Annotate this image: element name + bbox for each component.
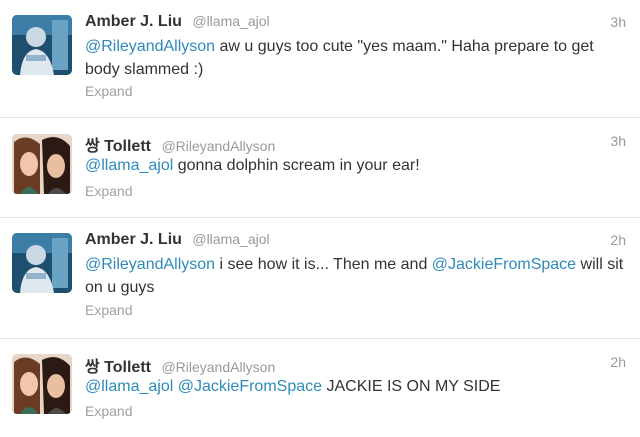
mention-link[interactable]: @RileyandAllyson	[85, 38, 215, 55]
tweet-body-text: JACKIE IS ON MY SIDE	[322, 378, 501, 395]
tweet-item[interactable]: 쌍 Tollett @RileyandAllyson 3h @llama_ajo…	[0, 118, 640, 218]
expand-link[interactable]: Expand	[85, 83, 132, 99]
tweet-text: @RileyandAllyson aw u guys too cute "yes…	[85, 35, 625, 81]
profile-photo-tollett-icon	[12, 134, 72, 194]
tweet-timestamp[interactable]: 3h	[610, 133, 626, 149]
tweet-timestamp[interactable]: 2h	[610, 232, 626, 248]
tweet-text: @llama_ajol gonna dolphin scream in your…	[85, 154, 625, 177]
mention-link[interactable]: @JackieFromSpace	[178, 378, 322, 395]
mention-link[interactable]: @RileyandAllyson	[85, 256, 215, 273]
author-name[interactable]: 쌍 Tollett	[85, 359, 151, 376]
tweet-timeline: Amber J. Liu @llama_ajol 3h @RileyandAll…	[0, 0, 640, 437]
tweet-header: Amber J. Liu @llama_ajol 3h	[85, 13, 626, 33]
author-name[interactable]: Amber J. Liu	[85, 13, 182, 30]
expand-link[interactable]: Expand	[85, 302, 132, 318]
tweet-body-text: gonna dolphin scream in your ear!	[173, 157, 420, 174]
tweet-header: 쌍 Tollett @RileyandAllyson 3h	[85, 132, 626, 155]
expand-link[interactable]: Expand	[85, 403, 132, 419]
author-handle[interactable]: @llama_ajol	[192, 13, 269, 29]
tweet-text: @RileyandAllyson i see how it is... Then…	[85, 253, 625, 299]
profile-photo-tollett-icon	[12, 354, 72, 414]
avatar[interactable]	[12, 354, 72, 414]
tweet-header: 쌍 Tollett @RileyandAllyson 2h	[85, 353, 626, 376]
tweet-text: @llama_ajol @JackieFromSpace JACKIE IS O…	[85, 375, 625, 398]
avatar[interactable]	[12, 134, 72, 194]
mention-link[interactable]: @llama_ajol	[85, 157, 173, 174]
tweet-timestamp[interactable]: 3h	[610, 14, 626, 30]
tweet-item[interactable]: 쌍 Tollett @RileyandAllyson 2h @llama_ajo…	[0, 339, 640, 437]
author-handle[interactable]: @RileyandAllyson	[161, 138, 275, 154]
tweet-item[interactable]: Amber J. Liu @llama_ajol 3h @RileyandAll…	[0, 0, 640, 118]
tweet-body-text: i see how it is... Then me and	[215, 256, 432, 273]
mention-link[interactable]: @llama_ajol	[85, 378, 173, 395]
avatar[interactable]	[12, 15, 72, 75]
profile-photo-amber-icon	[12, 15, 72, 75]
tweet-header: Amber J. Liu @llama_ajol 2h	[85, 231, 626, 251]
expand-link[interactable]: Expand	[85, 183, 132, 199]
author-name[interactable]: 쌍 Tollett	[85, 138, 151, 155]
mention-link[interactable]: @JackieFromSpace	[432, 256, 576, 273]
avatar[interactable]	[12, 233, 72, 293]
author-name[interactable]: Amber J. Liu	[85, 231, 182, 248]
tweet-item[interactable]: Amber J. Liu @llama_ajol 2h @RileyandAll…	[0, 218, 640, 339]
author-handle[interactable]: @llama_ajol	[192, 231, 269, 247]
author-handle[interactable]: @RileyandAllyson	[161, 359, 275, 375]
profile-photo-amber-icon	[12, 233, 72, 293]
tweet-timestamp[interactable]: 2h	[610, 354, 626, 370]
